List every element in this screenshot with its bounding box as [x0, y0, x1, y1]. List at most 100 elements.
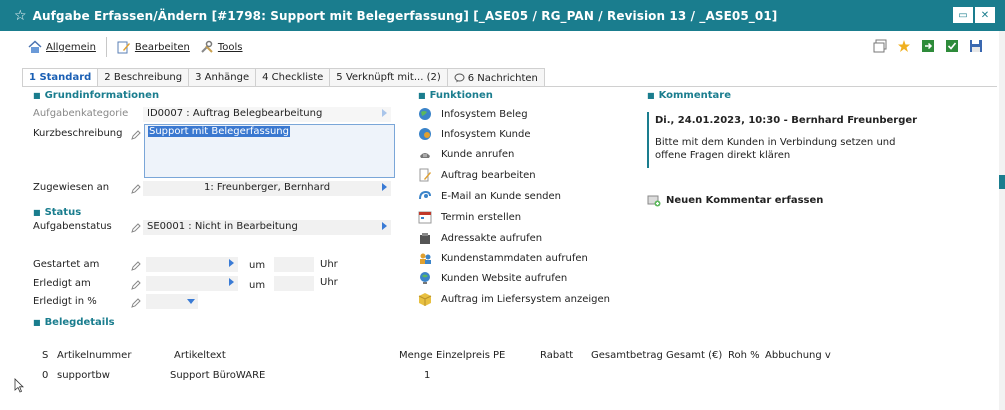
chat-icon — [454, 73, 465, 83]
package-icon — [418, 293, 432, 306]
globe-person-icon — [419, 128, 431, 140]
kurzbeschreibung-input[interactable]: Support mit Belegerfassung — [144, 124, 395, 178]
toolbar-divider — [105, 37, 107, 57]
gestartet-uhr-label: Uhr — [320, 259, 338, 270]
fn-adressakte[interactable]: Adressakte aufrufen — [418, 231, 542, 245]
kategorie-arrow-icon[interactable] — [382, 109, 387, 117]
export-icon[interactable] — [921, 39, 935, 53]
tab-anhaenge[interactable]: 3 Anhänge — [188, 68, 257, 87]
fn-kundenstammdaten[interactable]: Kundenstammdaten aufrufen — [418, 251, 588, 265]
fn-kunde-anrufen-label: Kunde anrufen — [441, 148, 515, 160]
fn-infosystem-beleg[interactable]: Infosystem Beleg — [418, 107, 528, 121]
fn-termin-erstellen-label: Termin erstellen — [441, 211, 522, 223]
col-header-roh[interactable]: Roh % — [728, 350, 760, 361]
tab-beschreibung[interactable]: 2 Beschreibung — [97, 68, 190, 87]
zugewiesen-label: Zugewiesen an — [33, 182, 110, 193]
col-header-abbuchung[interactable]: Abbuchung v — [765, 350, 831, 361]
fn-auftrag-bearbeiten-label: Auftrag bearbeiten — [441, 169, 536, 181]
bearbeiten-menu[interactable]: Bearbeiten — [117, 40, 190, 54]
aufgabenstatus-field[interactable]: SE0001 : Nicht in Bearbeitung — [143, 220, 391, 235]
save-icon[interactable] — [969, 39, 983, 53]
tab-checkliste[interactable]: 4 Checkliste — [255, 68, 331, 87]
gestartet-um-label: um — [249, 260, 266, 271]
document-edit-icon — [419, 168, 431, 182]
fn-kunden-website[interactable]: Kunden Website aufrufen — [418, 271, 567, 285]
add-comment-icon — [647, 195, 661, 207]
col-header-artikeltext[interactable]: Artikeltext — [174, 350, 226, 361]
kategorie-field[interactable]: ID0007 : Auftrag Belegbearbeitung — [143, 107, 391, 122]
gestartet-time-field[interactable] — [274, 257, 314, 272]
zugewiesen-field[interactable]: 1: Freunberger, Bernhard — [143, 181, 391, 196]
tab-verknuepft[interactable]: 5 Verknüpft mit... (2) — [329, 68, 448, 87]
zugewiesen-arrow-icon[interactable] — [382, 183, 387, 191]
scrollbar-track[interactable] — [999, 31, 1005, 410]
fn-liefersystem[interactable]: Auftrag im Liefersystem anzeigen — [418, 292, 610, 306]
edit-icon — [117, 41, 130, 54]
fn-liefersystem-label: Auftrag im Liefersystem anzeigen — [441, 293, 611, 305]
funktionen-heading: ■ Funktionen — [418, 90, 493, 101]
folder-icon — [420, 233, 430, 244]
cell-artikeltext: Support BüroWARE — [170, 370, 266, 381]
fn-email-senden-label: E-Mail an Kunde senden — [441, 190, 562, 202]
restore-button[interactable]: ▭ — [953, 7, 973, 23]
tools-menu[interactable]: Tools — [200, 40, 243, 54]
prozent-dropdown-icon[interactable] — [187, 299, 195, 304]
gestartet-date-field[interactable] — [146, 257, 238, 272]
check-save-icon[interactable] — [945, 39, 959, 53]
col-header-pe[interactable]: PE — [493, 350, 505, 361]
erledigt-uhr-label: Uhr — [320, 277, 338, 288]
pencil-icon[interactable] — [131, 261, 141, 271]
fn-kunden-website-label: Kunden Website aufrufen — [441, 272, 568, 284]
col-header-gesamt-eur[interactable]: Gesamt (€) — [666, 350, 722, 361]
fn-infosystem-kunde[interactable]: Infosystem Kunde — [418, 127, 531, 141]
fn-email-senden[interactable]: E-Mail an Kunde senden — [418, 189, 561, 203]
window-title: Aufgabe Erfassen/Ändern [#1798: Support … — [32, 8, 778, 23]
grundinfo-heading: ■ Grundinformationen — [33, 90, 160, 101]
allgemein-menu[interactable]: Allgemein — [28, 40, 96, 54]
erledigt-time-field[interactable] — [274, 276, 314, 291]
new-star-icon[interactable] — [897, 39, 911, 53]
pencil-icon[interactable] — [131, 298, 141, 308]
new-comment-button[interactable]: Neuen Kommentar erfassen — [647, 193, 823, 207]
col-header-s[interactable]: S — [42, 350, 48, 361]
col-header-gesamtbetrag[interactable]: Gesamtbetrag — [591, 350, 663, 361]
fn-termin-erstellen[interactable]: Termin erstellen — [418, 210, 521, 224]
comment-entry[interactable]: Di., 24.01.2023, 10:30 - Bernhard Freunb… — [647, 112, 927, 168]
tab-underline — [22, 86, 997, 87]
kurzbeschreibung-text: Support mit Belegerfassung — [148, 126, 290, 137]
tab-standard[interactable]: 1 Standard — [22, 68, 99, 87]
erledigt-date-arrow-icon[interactable] — [229, 278, 234, 286]
pencil-icon[interactable] — [131, 223, 141, 233]
fn-infosystem-beleg-label: Infosystem Beleg — [441, 108, 528, 120]
cell-menge: 1 — [424, 370, 431, 381]
col-header-artikelnummer[interactable]: Artikelnummer — [57, 350, 131, 361]
scrollbar-handle[interactable] — [999, 175, 1005, 189]
pencil-icon[interactable] — [131, 280, 141, 290]
cell-s: 0 — [42, 370, 49, 381]
pencil-icon[interactable] — [131, 130, 141, 140]
aufgabenstatus-arrow-icon[interactable] — [382, 222, 387, 230]
gestartet-date-arrow-icon[interactable] — [229, 259, 234, 267]
comment-header: Di., 24.01.2023, 10:30 - Bernhard Freunb… — [655, 115, 918, 126]
aufgabenstatus-value: SE0001 : Nicht in Bearbeitung — [147, 221, 298, 232]
close-button[interactable]: ✕ — [975, 7, 995, 23]
home-icon — [28, 40, 42, 53]
star-icon[interactable]: ☆ — [14, 8, 27, 24]
fn-infosystem-kunde-label: Infosystem Kunde — [441, 128, 531, 140]
window-copy-icon[interactable] — [873, 39, 887, 53]
status-heading: ■ Status — [33, 207, 82, 218]
pencil-icon[interactable] — [131, 184, 141, 194]
belegdetails-heading: ■ Belegdetails — [33, 317, 115, 328]
col-header-menge[interactable]: Menge — [399, 350, 433, 361]
fn-kunde-anrufen[interactable]: Kunde anrufen — [418, 147, 514, 161]
fn-auftrag-bearbeiten[interactable]: Auftrag bearbeiten — [418, 168, 536, 182]
grundinfo-heading-text: Grundinformationen — [44, 90, 160, 101]
tools-label: Tools — [217, 41, 243, 53]
allgemein-label: Allgemein — [46, 41, 96, 53]
tab-nachrichten[interactable]: 6 Nachrichten — [446, 68, 545, 87]
col-header-einzelpreis[interactable]: Einzelpreis — [436, 350, 490, 361]
kommentare-heading: ■ Kommentare — [647, 90, 731, 101]
erledigt-date-field[interactable] — [146, 276, 238, 291]
erledigt-prozent-field[interactable] — [146, 294, 198, 309]
col-header-rabatt[interactable]: Rabatt — [540, 350, 573, 361]
